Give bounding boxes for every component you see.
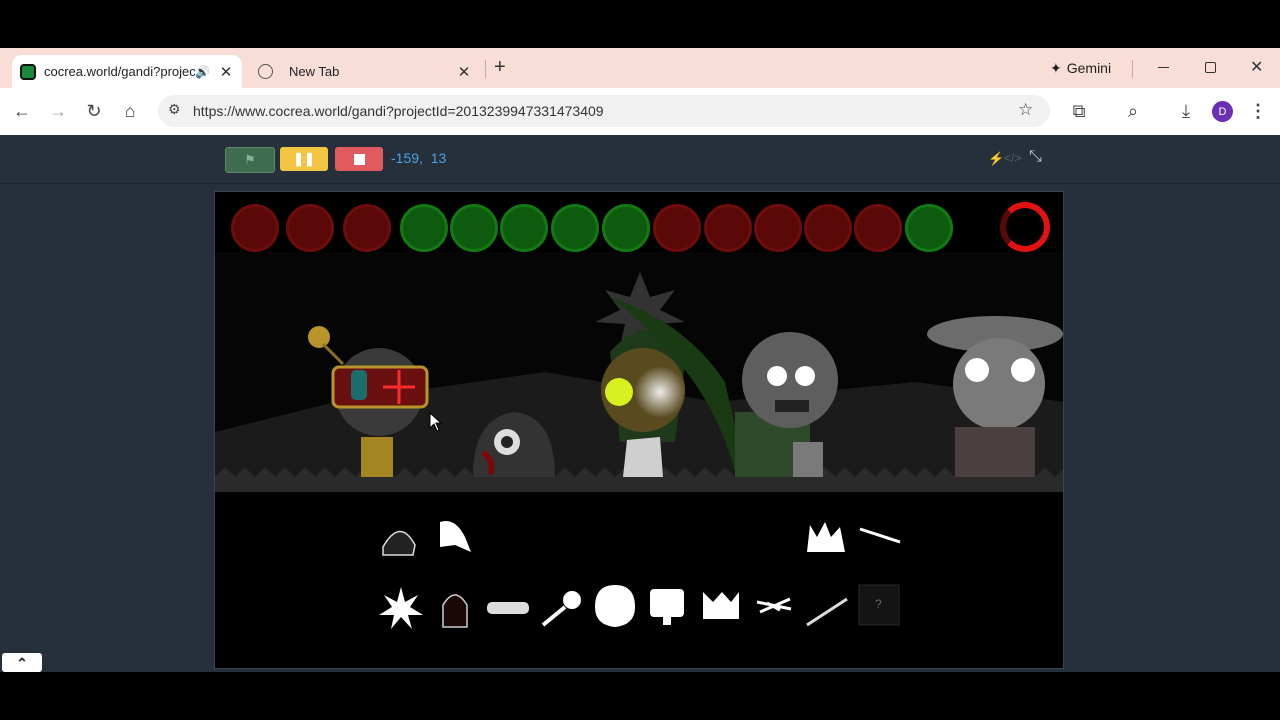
tab-title: cocrea.world/gandi?projectI: [44, 64, 196, 79]
green-icon-2[interactable]: [450, 204, 498, 252]
url-text: https://www.cocrea.world/gandi?projectId…: [193, 103, 604, 119]
item-scratch: [756, 597, 792, 614]
red-icon-7[interactable]: [804, 204, 852, 252]
close-tab-icon[interactable]: ✕: [456, 63, 472, 81]
forward-icon[interactable]: →: [44, 97, 72, 125]
mouse-coordinates: -159, 13: [391, 150, 447, 166]
speaker-icon[interactable]: 🔊: [195, 65, 210, 79]
item-tray: [379, 521, 901, 629]
reload-icon[interactable]: ↻: [80, 97, 108, 125]
item-arch: [442, 594, 468, 628]
red-icon-2[interactable]: [286, 204, 334, 252]
red-icon-6[interactable]: [754, 204, 802, 252]
tab-title: New Tab: [289, 64, 340, 79]
tab-strip: cocrea.world/gandi?projectI 🔊 ✕ New Tab …: [0, 48, 1280, 88]
gemini-label: Gemini: [1066, 60, 1112, 76]
green-icon-1[interactable]: [400, 204, 448, 252]
stop-button[interactable]: [335, 147, 383, 171]
page-content: ⚑ ❚❚ -159, 13 ⚡ </> ⤡ ? ⌃: [0, 135, 1280, 672]
pause-button[interactable]: ❚❚: [280, 147, 328, 171]
tab-active[interactable]: cocrea.world/gandi?projectI 🔊 ✕: [12, 55, 242, 88]
minimize-icon[interactable]: [1158, 67, 1169, 68]
mouse-cursor-icon: [429, 412, 443, 432]
item-screen: [650, 589, 684, 617]
back-icon[interactable]: ←: [8, 97, 36, 125]
divider: [1132, 60, 1133, 78]
green-flag-button[interactable]: ⚑: [225, 147, 275, 173]
site-settings-icon[interactable]: ⚙: [168, 101, 181, 118]
stop-icon: [353, 153, 365, 165]
pause-icon: ❚❚: [293, 151, 315, 166]
character-grey-face: [735, 332, 838, 477]
red-icon-4[interactable]: [653, 204, 701, 252]
game-stage[interactable]: ?: [214, 191, 1064, 669]
fullscreen-exit-icon[interactable]: ⤡: [1029, 148, 1042, 166]
chevron-up-icon: ⌃: [16, 654, 28, 671]
turbo-icon[interactable]: ⚡: [988, 151, 1004, 167]
address-bar[interactable]: ⚙ https://www.cocrea.world/gandi?project…: [158, 95, 1050, 127]
scene-artwork: [215, 252, 1063, 492]
download-icon[interactable]: ⤓: [1172, 97, 1200, 125]
item-blade: [806, 597, 848, 627]
red-icon-3[interactable]: [343, 204, 391, 252]
red-icon-5[interactable]: [704, 204, 752, 252]
code-icon[interactable]: </>: [1004, 151, 1021, 165]
home-icon[interactable]: ⌂: [116, 97, 144, 125]
item-wand-head: [563, 591, 581, 609]
loading-ring-icon: [1000, 202, 1050, 252]
red-icon-8[interactable]: [854, 204, 902, 252]
menu-icon[interactable]: ⋮: [1244, 97, 1272, 125]
green-icon-6[interactable]: [905, 204, 953, 252]
close-tab-icon[interactable]: ✕: [218, 63, 234, 81]
globe-icon: [258, 64, 273, 79]
mystery-item-label: ?: [875, 597, 882, 611]
lens-icon[interactable]: ⌕: [1119, 97, 1147, 125]
item-cat-ears: [703, 592, 739, 619]
item-wand-stick: [541, 605, 567, 627]
item-row-upper: [382, 521, 901, 556]
flag-icon: ⚑: [244, 152, 256, 167]
extensions-icon[interactable]: ⧉: [1065, 97, 1093, 125]
item-starburst: [379, 587, 423, 629]
green-icon-4[interactable]: [551, 204, 599, 252]
item-ghost: [440, 521, 471, 552]
green-icon-5[interactable]: [602, 204, 650, 252]
close-window-icon[interactable]: ✕: [1250, 57, 1263, 77]
player-controls: ⚑ ❚❚ -159, 13 ⚡ </> ⤡: [0, 135, 1280, 184]
item-teeth: [487, 602, 529, 614]
browser-toolbar: ← → ↻ ⌂ ⚙ https://www.cocrea.world/gandi…: [0, 88, 1280, 135]
site-favicon-icon: [20, 63, 36, 80]
green-icon-3[interactable]: [500, 204, 548, 252]
star-icon[interactable]: ☆: [1018, 100, 1033, 120]
item-hair: [595, 585, 635, 627]
item-crown: [807, 522, 845, 552]
item-row-lower: [379, 584, 900, 629]
gemini-button[interactable]: ✦ Gemini: [1042, 56, 1119, 80]
item-stick: [859, 527, 901, 544]
red-icon-1[interactable]: [231, 204, 279, 252]
item-hair-outline: [382, 530, 416, 556]
restore-icon[interactable]: [1205, 62, 1216, 73]
new-tab-button[interactable]: +: [494, 56, 506, 79]
tab-divider: [485, 60, 486, 78]
expand-panel-button[interactable]: ⌃: [2, 653, 42, 672]
sparkle-icon: ✦: [1050, 59, 1062, 76]
avatar[interactable]: D: [1212, 101, 1233, 122]
tab-new-tab[interactable]: New Tab ✕: [250, 55, 480, 88]
